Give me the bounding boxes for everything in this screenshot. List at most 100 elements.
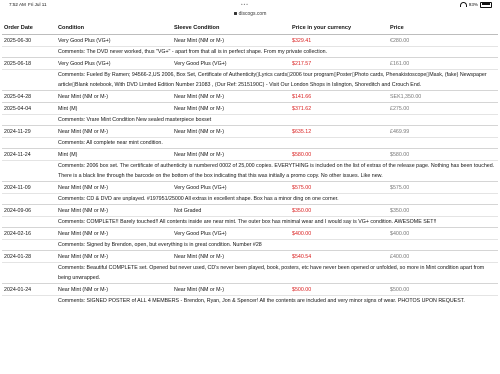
cell-price-local: $575.00 [290,181,388,194]
cell-price-local: $350.00 [290,204,388,217]
cell-sleeve-condition: Very Good Plus (VG+) [172,227,290,240]
comment-row: Comments: COMPLETE!! Barely touched!! Al… [2,216,498,228]
cell-sleeve-condition: Near Mint (NM or M-) [172,125,290,138]
comment-text: Comments: 2006 box set. The certificate … [56,160,498,182]
battery-percent: 93% [468,2,478,7]
cell-condition: Near Mint (NM or M-) [56,204,172,217]
table-body: 2025-06-30 Very Good Plus (VG+) Near Mint … [2,34,498,306]
comment-text: Comments: Vrare Mint Condition New seale… [56,114,498,126]
cell-price: £469.99 [388,125,498,138]
cell-price: $400.00 [388,227,498,240]
cell-price-local: $329.41 [290,34,388,47]
comment-row: Comments: 2006 box set. The certificate … [2,160,498,182]
cell-sleeve-condition: Near Mint (NM or M-) [172,34,290,47]
cell-price: £161.00 [388,57,498,70]
cell-price: $350.00 [388,204,498,217]
cell-price-local: $540.54 [290,250,388,263]
header-condition[interactable]: Condition [56,21,172,35]
comment-text: Comments: All complete near mint conditi… [56,137,498,149]
comment-text: Comments: CD & DVD are unplayed. #197951… [56,193,498,205]
table-row: 2024-11-24 Mint (M) Near Mint (NM or M-) $5… [2,148,498,161]
cell-price: SEK1,350.00 [388,90,498,103]
cell-price: £275.00 [388,102,498,115]
table-row: 2024-11-09 Near Mint (NM or M-) Very Good … [2,181,498,194]
cell-sleeve-condition: Very Good Plus (VG+) [172,57,290,70]
comment-row: Comments: Signed by Brendon, open, but e… [2,239,498,251]
cell-condition: Near Mint (NM or M-) [56,227,172,240]
cell-price: €280.00 [388,34,498,47]
comment-text: Comments: The DVD never worked, thus "VG… [56,46,498,58]
comment-spacer [2,46,56,58]
cell-condition: Very Good Plus (VG+) [56,57,172,70]
comment-row: Comments: Vrare Mint Condition New seale… [2,114,498,126]
cell-order-date: 2025-06-30 [2,34,56,47]
cell-price-local: $635.12 [290,125,388,138]
table-row: 2024-01-28 Near Mint (NM or M-) Near Mint … [2,250,498,263]
table-header-row: Order Date Condition Sleeve Condition Pr… [2,21,498,35]
cell-order-date: 2024-09-06 [2,204,56,217]
table-row: 2024-11-29 Near Mint (NM or M-) Near Mint … [2,125,498,138]
cell-condition: Near Mint (NM or M-) [56,283,172,296]
comment-spacer [2,69,56,91]
comment-row: Comments: The DVD never worked, thus "VG… [2,46,498,58]
table-row: 2024-01-24 Near Mint (NM or M-) Near Mint … [2,283,498,296]
cell-condition: Near Mint (NM or M-) [56,125,172,138]
comment-text: Comments: SIGNED POSTER of ALL 4 MEMBERS… [56,295,498,306]
cell-condition: Near Mint (NM or M-) [56,181,172,194]
cell-order-date: 2024-02-16 [2,227,56,240]
cell-price-local: $580.00 [290,148,388,161]
cell-price-local: $141.66 [290,90,388,103]
cell-sleeve-condition: Very Good Plus (VG+) [172,181,290,194]
cell-condition: Mint (M) [56,148,172,161]
cell-order-date: 2024-11-24 [2,148,56,161]
cell-sleeve-condition: Near Mint (NM or M-) [172,102,290,115]
sales-history-table: Order Date Condition Sleeve Condition Pr… [2,21,498,306]
table-row: 2024-09-06 Near Mint (NM or M-) Not Graded… [2,204,498,217]
comment-row: Comments: All complete near mint conditi… [2,137,498,149]
lock-icon [233,12,237,15]
status-time: 7:52 AM [9,2,26,7]
cell-sleeve-condition: Near Mint (NM or M-) [172,250,290,263]
comment-text: Comments: Fueled By Ramen; 94566-2,US 20… [56,69,498,91]
status-date: Fri Jul 11 [28,2,47,7]
cell-price-local: $371.62 [290,102,388,115]
header-sleeve-condition[interactable]: Sleeve Condition [172,21,290,35]
table-row: 2025-04-28 Near Mint (NM or M-) Near Mint … [2,90,498,103]
header-order-date[interactable]: Order Date [2,21,56,35]
cell-condition: Very Good Plus (VG+) [56,34,172,47]
cell-price-local: $500.00 [290,283,388,296]
comment-spacer [2,114,56,126]
cell-sleeve-condition: Near Mint (NM or M-) [172,283,290,296]
comment-spacer [2,216,56,228]
comment-row: Comments: Beautiful COMPLETE set. Opened… [2,262,498,284]
header-price-local[interactable]: Price in your currency [290,21,388,35]
cell-order-date: 2025-04-04 [2,102,56,115]
battery-icon [480,1,492,8]
comment-spacer [2,262,56,284]
cell-price-local: $400.00 [290,227,388,240]
address-bar[interactable]: discogs.com [0,9,500,19]
cell-condition: Mint (M) [56,102,172,115]
table-row: 2025-06-18 Very Good Plus (VG+) Very Good … [2,57,498,70]
table-row: 2025-04-04 Mint (M) Near Mint (NM or M-) $3… [2,102,498,115]
cell-price: $580.00 [388,148,498,161]
cell-order-date: 2024-01-24 [2,283,56,296]
comment-row: Comments: SIGNED POSTER of ALL 4 MEMBERS… [2,295,498,306]
comment-text: Comments: COMPLETE!! Barely touched!! Al… [56,216,498,228]
table-row: 2025-06-30 Very Good Plus (VG+) Near Mint … [2,34,498,47]
header-price[interactable]: Price [388,21,498,35]
cell-order-date: 2025-06-18 [2,57,56,70]
cell-price: $500.00 [388,283,498,296]
cell-condition: Near Mint (NM or M-) [56,250,172,263]
comment-spacer [2,295,56,306]
cell-order-date: 2024-11-09 [2,181,56,194]
cell-sleeve-condition: Not Graded [172,204,290,217]
cell-sleeve-condition: Near Mint (NM or M-) [172,90,290,103]
cell-order-date: 2024-01-28 [2,250,56,263]
cell-condition: Near Mint (NM or M-) [56,90,172,103]
comment-text: Comments: Signed by Brendon, open, but e… [56,239,498,251]
status-bar: 7:52 AM Fri Jul 11 ••• 93% [0,0,500,9]
cell-price: $575.00 [388,181,498,194]
multitask-dots-icon[interactable]: ••• [241,0,249,9]
comment-row: Comments: Fueled By Ramen; 94566-2,US 20… [2,69,498,91]
